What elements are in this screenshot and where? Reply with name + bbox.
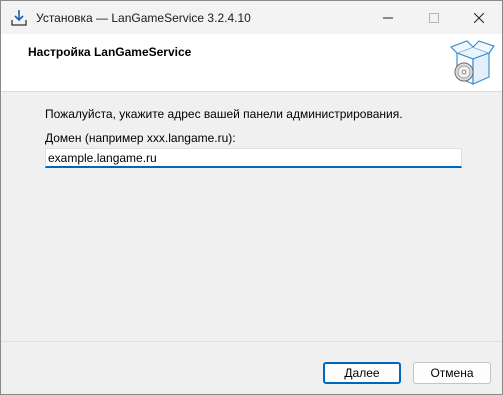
domain-input[interactable] — [45, 148, 462, 168]
domain-label: Домен (например xxx.langame.ru): — [45, 131, 236, 145]
minimize-button[interactable] — [365, 1, 411, 34]
next-button[interactable]: Далее — [323, 362, 401, 384]
cancel-button[interactable]: Отмена — [413, 362, 491, 384]
wizard-footer: Далее Отмена — [1, 342, 502, 394]
wizard-header: Настройка LanGameService — [1, 34, 502, 92]
setup-box-disc-icon — [449, 40, 495, 85]
title-bar[interactable]: Установка — LanGameService 3.2.4.10 — [1, 1, 502, 34]
close-button[interactable] — [456, 1, 502, 34]
maximize-button — [411, 1, 457, 34]
instruction-text: Пожалуйста, укажите адрес вашей панели а… — [45, 107, 403, 121]
close-icon — [474, 12, 484, 23]
installer-icon — [11, 10, 27, 26]
minimize-icon — [383, 17, 393, 18]
window-title: Установка — LanGameService 3.2.4.10 — [36, 11, 251, 25]
wizard-content: Пожалуйста, укажите адрес вашей панели а… — [1, 93, 502, 341]
page-title: Настройка LanGameService — [28, 45, 192, 59]
maximize-icon — [429, 12, 439, 23]
installer-window: Установка — LanGameService 3.2.4.10 Наст… — [0, 0, 503, 395]
